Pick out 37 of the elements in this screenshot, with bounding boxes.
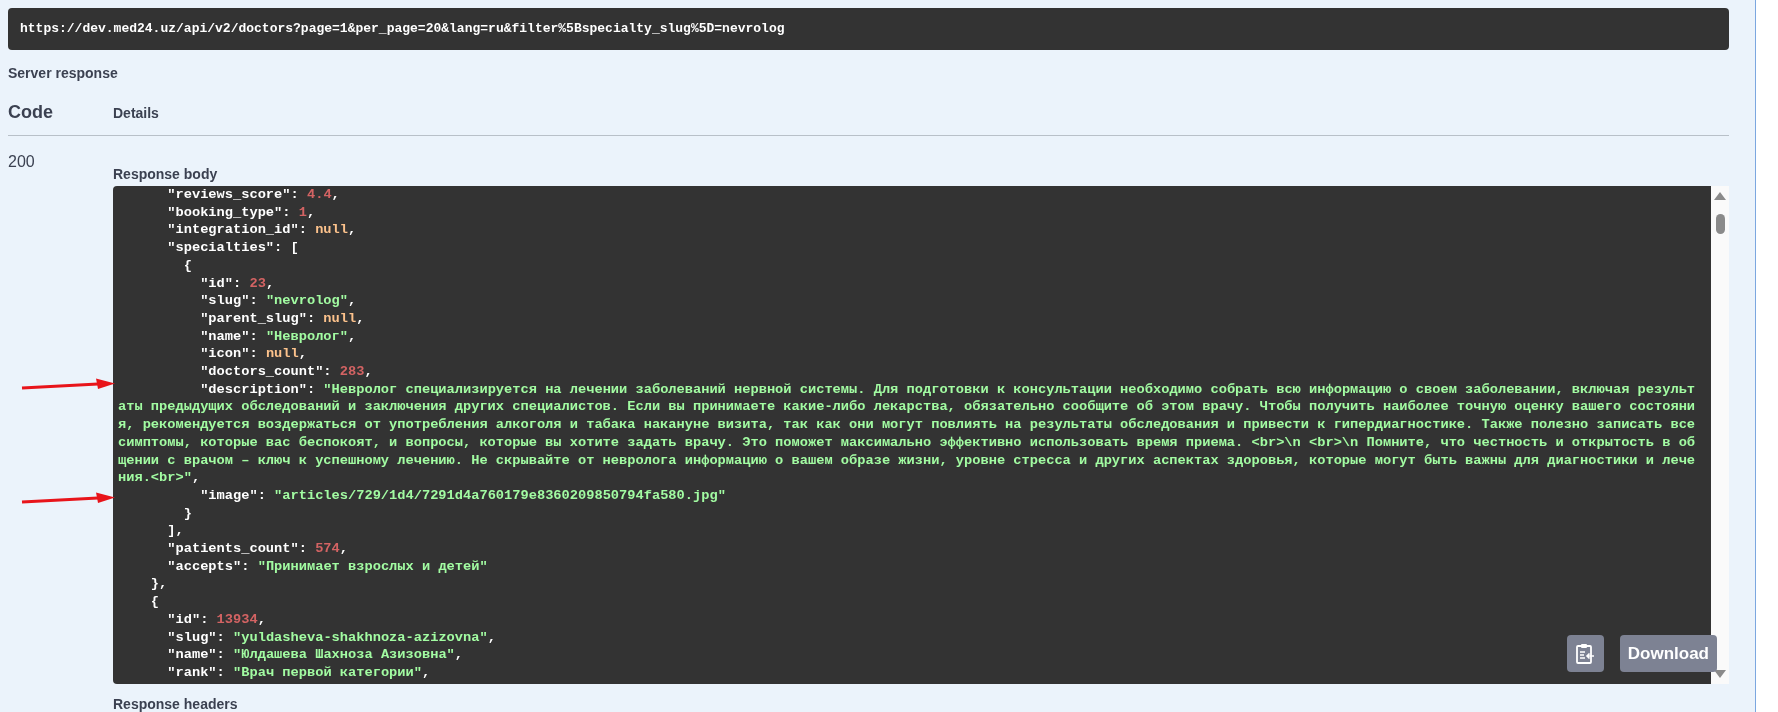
code-line: "rank": "Врач первой категории", xyxy=(166,664,431,682)
code-line: { xyxy=(149,593,160,611)
response-headers-heading: Response headers xyxy=(113,696,239,712)
code-line: { xyxy=(182,256,192,275)
code-line: "icon": null, xyxy=(199,345,307,364)
code-line: "parent_slug": null, xyxy=(199,309,365,328)
code-line: "booking_type": 1, xyxy=(166,203,316,222)
code-line: "patients_count": 574, xyxy=(166,540,349,558)
status-code: 200 xyxy=(8,153,35,170)
code-line: "doctors_count": 283, xyxy=(199,363,373,381)
copy-button[interactable] xyxy=(1566,635,1604,672)
scroll-up-icon[interactable] xyxy=(1714,192,1726,200)
code-line: "name": "Невролог", xyxy=(199,327,357,346)
code-line: "id": 13934, xyxy=(166,610,266,629)
code-column-heading: Code xyxy=(8,102,54,123)
code-line: "slug": "nevrolog", xyxy=(199,292,357,310)
code-line: "reviews_score": 4.4, xyxy=(166,186,340,204)
details-column-heading: Details xyxy=(113,105,159,121)
code-line: "slug": "yuldasheva-shakhnoza-azizovna", xyxy=(166,628,496,647)
code-line: "accepts": "Принимает взрослых и детей" xyxy=(166,557,488,576)
scrollbar-thumb[interactable] xyxy=(1715,214,1725,234)
code-line: "id": 23, xyxy=(199,274,275,293)
code-line: "name": "Юлдашева Шахноза Азизовна", xyxy=(166,646,464,664)
code-line: "description": "Невролог специализируется на лечении заболеваний нервной системы. Для подготовки к консультации необходимо собрать всю информацию о своем заболевании, включая результаты предыдущих обследований и заключения других специалистов. Если вы принимаете какие-либо лекарства, обязательно сообщите об этом врачу. Чтобы получить наиболее точную оценку вашего состояния, рекомендуется воздержаться от употребления алкоголя и табака накануне визита, так как они могут повлиять на результаты обследования и привести к гипердиагностике. Также полезно записать все симптомы, которые вас беспокоят, и вопросы, которые вы хотите задать врачу. Это поможет максимально эффективно использовать время приема. <br>\n <br>\n Помните, что честность и открытость в общении с врачом – ключ к успешному лечению. Не скрывайте от невролога информацию о вашем образе жизни, уровне стресса и других аспектах здоровья, которые могут быть важны для диагностики и лечения.<br>", xyxy=(118,380,1697,487)
clipboard-icon xyxy=(1575,642,1596,665)
code-line: "specialties": [ xyxy=(166,239,299,257)
code-line: "image": "articles/729/1d4/7291d4a760179e8360209850794fa580.jpg" xyxy=(199,486,726,505)
download-button[interactable]: Download xyxy=(1619,635,1717,672)
code-line: ], xyxy=(166,522,184,541)
response-body-heading: Response body xyxy=(113,166,219,182)
code-line: }, xyxy=(149,575,168,594)
scroll-down-icon[interactable] xyxy=(1714,670,1726,678)
code-line: "integration_id": null, xyxy=(166,221,357,240)
request-url: https://dev.med24.uz/api/v2/doctors?page=1&per_page=20&lang=ru&filter%5Bspecialty_slug%5D=nevrolog xyxy=(8,8,1729,50)
server-response-heading: Server response xyxy=(8,65,119,81)
code-line: } xyxy=(182,504,192,523)
scrollbar[interactable] xyxy=(1711,186,1729,684)
